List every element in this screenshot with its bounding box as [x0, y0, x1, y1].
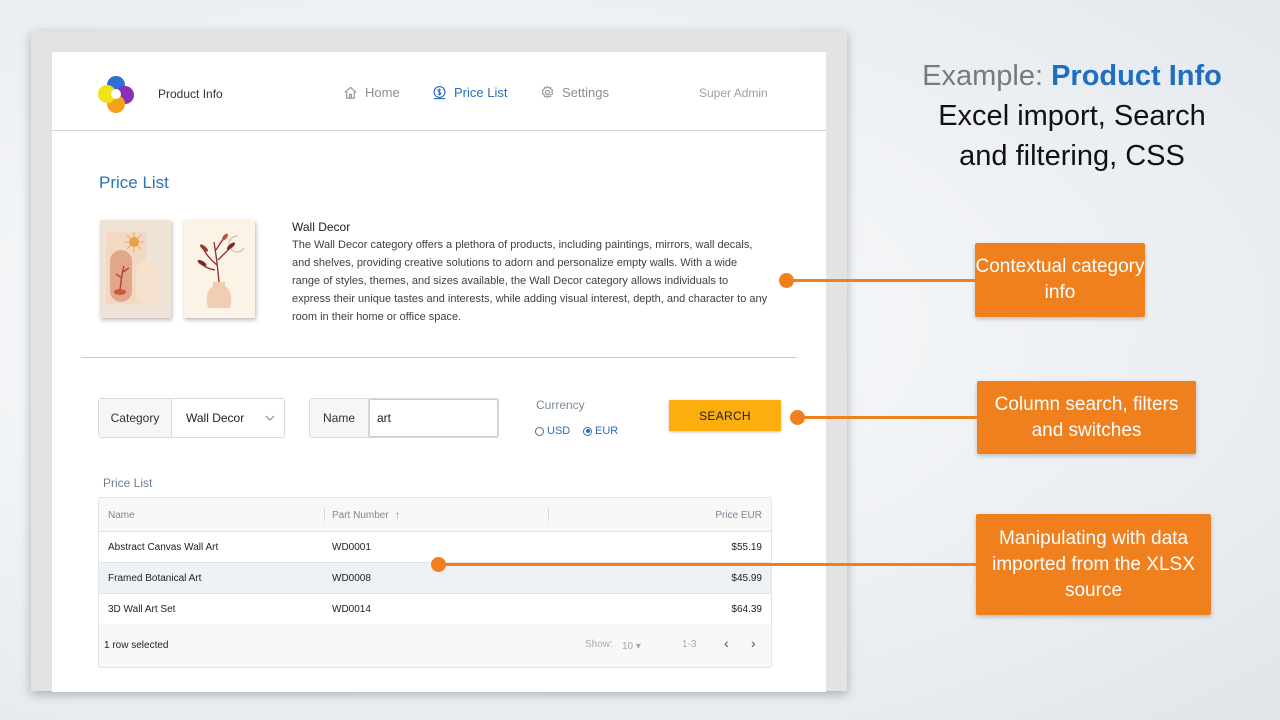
callout-search-filters: Column search, filters and switches: [977, 381, 1196, 454]
slide-title-prefix: Example:: [922, 60, 1052, 92]
category-image-2: [184, 220, 255, 318]
chevron-down-icon: [265, 415, 275, 421]
sort-ascending-icon: ↑: [394, 510, 400, 521]
cell-name: Framed Botanical Art: [108, 573, 202, 584]
name-filter: Name: [309, 398, 499, 438]
category-label: Category: [99, 399, 172, 437]
nav-home-label: Home: [365, 85, 400, 100]
next-page-button[interactable]: ›: [751, 635, 756, 651]
cell-part-number: WD0014: [332, 604, 371, 615]
caret-down-icon: ▾: [635, 641, 641, 652]
brand-name: Product Info: [158, 87, 223, 101]
page-title: Price List: [99, 173, 169, 192]
slide-title-line-2: Excel import, Search: [938, 100, 1206, 132]
selection-count: 1 row selected: [104, 640, 169, 651]
home-icon: [344, 86, 357, 99]
currency-eur-radio[interactable]: EUR: [583, 425, 618, 437]
column-header-price[interactable]: Price EUR: [715, 510, 762, 521]
category-title: Wall Decor: [292, 220, 351, 234]
slide-title: Example: Product Info Excel import, Sear…: [880, 56, 1264, 176]
prev-page-button[interactable]: ‹: [724, 635, 729, 651]
gear-icon: [541, 85, 554, 99]
grid-footer: 1 row selected Show: 10 ▾ 1-3 ‹ ›: [99, 624, 771, 667]
callout-data-import: Manipulating with data imported from the…: [976, 514, 1211, 615]
nav-settings[interactable]: Settings: [540, 85, 609, 100]
name-label: Name: [310, 399, 369, 437]
callout-leader: [438, 563, 977, 566]
logo-icon: [98, 76, 134, 113]
cell-name: Abstract Canvas Wall Art: [108, 542, 219, 553]
slide-title-line-1: Example: Product Info: [880, 56, 1264, 96]
table-row[interactable]: 3D Wall Art Set WD0014 $64.39: [99, 594, 771, 625]
radio-unchecked-icon: [535, 426, 544, 436]
user-menu[interactable]: Super Admin: [699, 86, 768, 100]
price-grid: Name Part Number ↑ Price EUR Abstract Can…: [98, 497, 772, 668]
column-header-part-number-label: Part Number: [332, 510, 389, 521]
category-value: Wall Decor: [186, 411, 245, 425]
column-separator: [548, 508, 549, 521]
callout-leader: [797, 416, 978, 419]
slide-title-product: Product Info: [1051, 60, 1222, 92]
page-size-label: Show:: [585, 639, 613, 650]
page-size-select[interactable]: 10 ▾: [622, 641, 641, 652]
price-icon: [433, 86, 446, 100]
cell-name: 3D Wall Art Set: [108, 604, 176, 615]
currency-usd-radio[interactable]: USD: [535, 425, 570, 437]
radio-checked-icon: [583, 426, 592, 436]
grid-title: Price List: [103, 476, 153, 490]
app-window: Product Info Home Price List Settings Su…: [52, 52, 826, 692]
page-size-value: 10: [622, 641, 634, 652]
nav-price-list-label: Price List: [454, 85, 508, 100]
nav-price-list[interactable]: Price List: [432, 85, 507, 100]
cell-price: $55.19: [731, 542, 762, 553]
name-input[interactable]: [369, 399, 498, 437]
callout-leader: [786, 279, 976, 282]
grid-header: Name Part Number ↑ Price EUR: [99, 498, 771, 532]
category-description: The Wall Decor category offers a plethor…: [292, 239, 768, 323]
page-range: 1-3: [682, 639, 697, 650]
search-button[interactable]: SEARCH: [669, 400, 781, 431]
cell-part-number: WD0001: [332, 542, 371, 553]
nav-home[interactable]: Home: [343, 85, 400, 100]
callout-category-info: Contextual category info: [975, 243, 1145, 317]
section-divider: [81, 357, 797, 358]
app-header: Product Info Home Price List Settings Su…: [52, 52, 826, 131]
cell-price: $64.39: [731, 604, 762, 615]
currency-label: Currency: [536, 398, 585, 412]
column-separator: [324, 508, 325, 521]
category-image-1: [100, 220, 171, 318]
currency-usd-label: USD: [547, 425, 571, 437]
column-header-name[interactable]: Name: [108, 510, 135, 521]
cell-part-number: WD0008: [332, 573, 371, 584]
nav-settings-label: Settings: [562, 85, 609, 100]
slide-title-line-3: and filtering, CSS: [959, 140, 1185, 172]
currency-eur-label: EUR: [595, 425, 619, 437]
column-header-part-number[interactable]: Part Number ↑: [332, 510, 400, 521]
category-select[interactable]: Category Wall Decor: [98, 398, 285, 438]
cell-price: $45.99: [731, 573, 762, 584]
